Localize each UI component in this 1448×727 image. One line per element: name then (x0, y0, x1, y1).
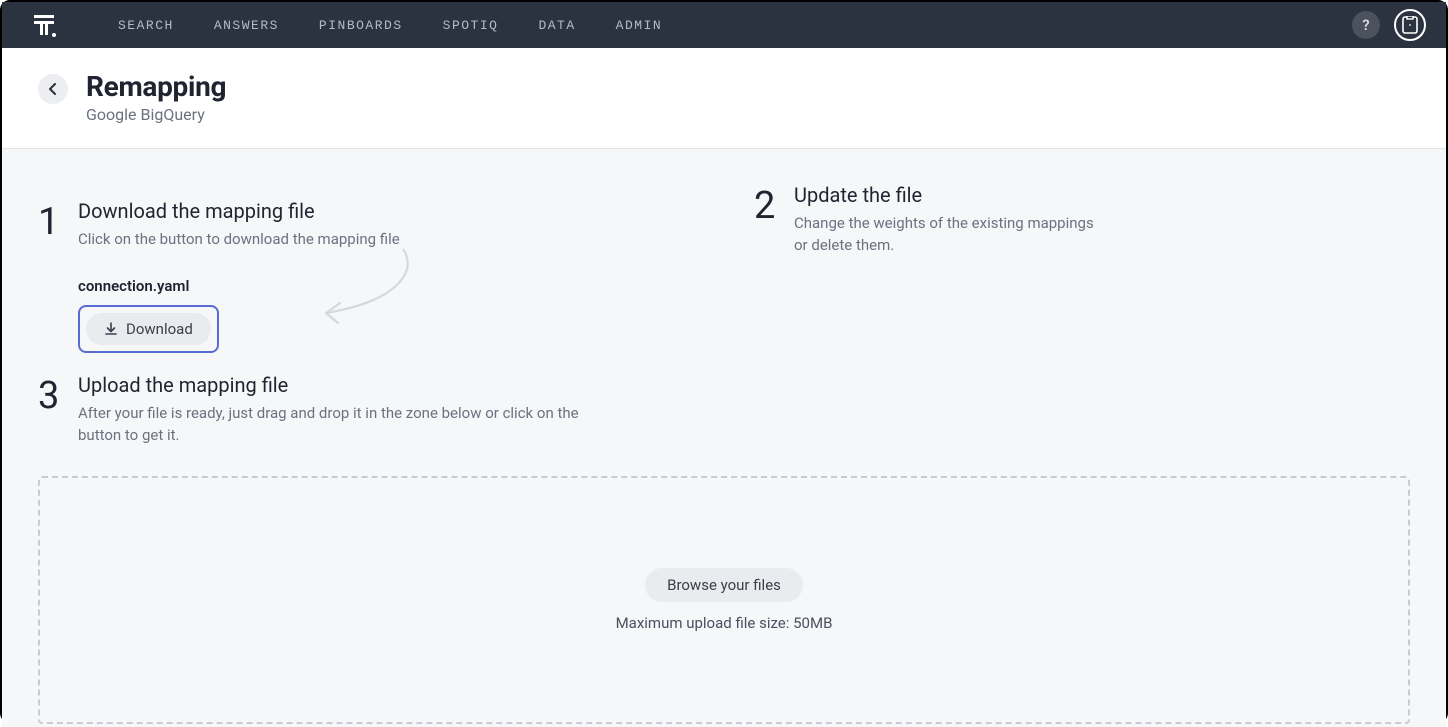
step-1: 1 Download the mapping file Click on the… (38, 199, 694, 353)
step-1-desc: Click on the button to download the mapp… (78, 229, 598, 251)
upload-dropzone[interactable]: Browse your files Maximum upload file si… (38, 476, 1410, 724)
download-highlight: Download (78, 305, 219, 353)
chevron-left-icon (47, 83, 59, 95)
avatar[interactable] (1394, 9, 1426, 41)
step-number-1: 1 (38, 203, 60, 241)
step-1-title: Download the mapping file (78, 199, 694, 223)
nav-right: ? (1352, 9, 1426, 41)
nav-link-spotiq[interactable]: SPOTIQ (443, 18, 499, 33)
step-3-title: Upload the mapping file (78, 373, 738, 397)
max-upload-size: Maximum upload file size: 50MB (616, 614, 833, 632)
logo[interactable] (30, 11, 58, 39)
nav-link-search[interactable]: SEARCH (118, 18, 174, 33)
step-2-title: Update the file (794, 183, 1410, 207)
browse-files-button[interactable]: Browse your files (645, 568, 803, 602)
steps-grid: 1 Download the mapping file Click on the… (38, 199, 1410, 446)
nav-link-data[interactable]: DATA (538, 18, 575, 33)
back-button[interactable] (38, 74, 68, 104)
nav-link-pinboards[interactable]: PINBOARDS (319, 18, 403, 33)
content-area: 1 Download the mapping file Click on the… (2, 149, 1446, 727)
step-3-desc: After your file is ready, just drag and … (78, 403, 598, 447)
page-title: Remapping (86, 70, 226, 103)
step-3: 3 Upload the mapping file After your fil… (38, 373, 738, 447)
step-number-3: 3 (38, 377, 60, 415)
page-header: Remapping Google BigQuery (2, 48, 1446, 149)
nav-links: SEARCH ANSWERS PINBOARDS SPOTIQ DATA ADM… (118, 18, 662, 33)
file-block: connection.yaml Download (78, 277, 694, 353)
download-icon (104, 322, 118, 336)
nav-link-admin[interactable]: ADMIN (616, 18, 663, 33)
step-2: 2 Update the file Change the weights of … (754, 183, 1410, 353)
download-button-label: Download (126, 320, 193, 338)
nav-link-answers[interactable]: ANSWERS (214, 18, 279, 33)
step-number-2: 2 (754, 187, 776, 225)
help-button[interactable]: ? (1352, 11, 1380, 39)
step-2-desc: Change the weights of the existing mappi… (794, 213, 1094, 257)
file-name: connection.yaml (78, 277, 694, 295)
top-navbar: SEARCH ANSWERS PINBOARDS SPOTIQ DATA ADM… (2, 2, 1446, 48)
page-subtitle: Google BigQuery (86, 105, 226, 124)
download-button[interactable]: Download (86, 313, 211, 345)
